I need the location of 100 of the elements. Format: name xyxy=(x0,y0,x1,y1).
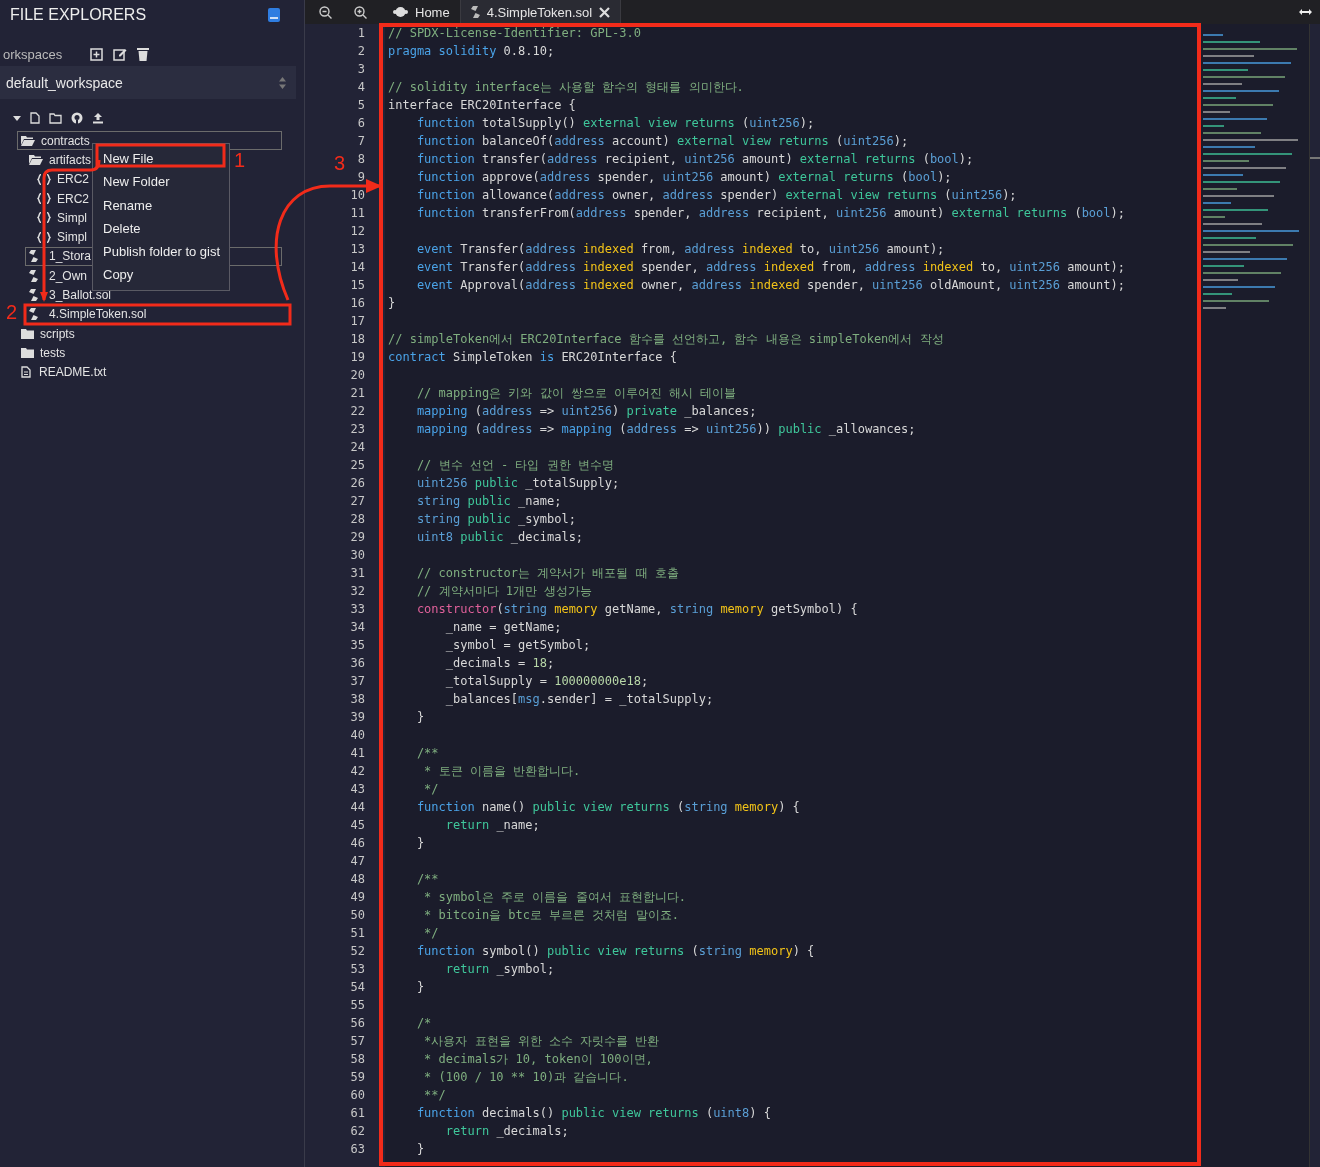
line-number: 24 xyxy=(349,439,366,456)
code-line: _symbol = getSymbol; xyxy=(444,638,591,652)
line-number: 62 xyxy=(349,1123,366,1140)
line-number: 63 xyxy=(349,1141,366,1158)
code-line: /** xyxy=(415,872,439,886)
line-number: 52 xyxy=(349,943,366,960)
line-number: 53 xyxy=(349,961,366,978)
code-line: * bitcoin을 btc로 부르른 것처럼 말이죠. xyxy=(423,908,679,922)
code-line: _name = getName; xyxy=(444,620,562,634)
line-number: 27 xyxy=(349,493,366,510)
code-line: /** xyxy=(415,746,439,760)
line-number: 51 xyxy=(349,925,366,942)
line-number: 21 xyxy=(349,385,366,402)
code-line: /* xyxy=(415,1016,432,1030)
code-line: * symbol은 주로 이름을 줄여서 표현합니다. xyxy=(423,890,687,904)
line-number: 44 xyxy=(349,799,366,816)
line-number: 26 xyxy=(349,475,366,492)
line-number: 33 xyxy=(349,601,366,618)
code-line: event Approval(address indexed owner, address indexed spender, uint256 oldAmount, uint256 amount); xyxy=(415,278,1125,292)
code-line: } xyxy=(388,296,396,310)
line-number: 49 xyxy=(349,889,366,906)
line-number: 11 xyxy=(349,205,366,222)
code-line: } xyxy=(415,1142,425,1156)
code-line: // 계약서마다 1개만 생성가능 xyxy=(415,584,593,598)
line-number: 58 xyxy=(349,1051,366,1068)
code-line: // solidity interface는 사용할 함수의 형태를 의미한다. xyxy=(388,80,744,94)
code-line: */ xyxy=(423,782,439,796)
line-number: 41 xyxy=(349,745,366,762)
code-line: * 토큰 이름을 반환합니다. xyxy=(423,764,581,778)
code-line: } xyxy=(415,710,425,724)
line-number: 46 xyxy=(349,835,366,852)
code-line: event Transfer(address indexed spender, address indexed from, address indexed to, uint256 amount); xyxy=(415,260,1125,274)
line-number: 13 xyxy=(349,241,366,258)
line-number: 10 xyxy=(349,187,366,204)
line-number: 35 xyxy=(349,637,366,654)
line-number: 50 xyxy=(349,907,366,924)
panel-title: FILE EXPLORERS xyxy=(10,6,147,24)
line-number: 48 xyxy=(349,871,366,888)
line-number: 5 xyxy=(356,97,366,114)
line-number: 59 xyxy=(349,1069,366,1086)
line-number: 20 xyxy=(349,367,366,384)
line-number: 36 xyxy=(349,655,366,672)
line-number: 47 xyxy=(349,853,366,870)
code-line: constructor(string memory getName, string memory getSymbol) { xyxy=(415,602,858,616)
code-line: // SPDX-License-Identifier: GPL-3.0 xyxy=(388,26,641,40)
code-line: _decimals = 18; xyxy=(444,656,555,670)
line-number: 54 xyxy=(349,979,366,996)
line-number: 22 xyxy=(349,403,366,420)
code-line: event Transfer(address indexed from, address indexed to, uint256 amount); xyxy=(415,242,945,256)
line-number: 1 xyxy=(356,25,366,42)
code-line: } xyxy=(415,836,425,850)
code-line: string public _name; xyxy=(415,494,562,508)
line-number: 19 xyxy=(349,349,366,366)
code-line: // constructor는 계약서가 배포될 때 호출 xyxy=(415,566,679,580)
code-line: function transfer(address recipient, uint256 amount) external returns (bool); xyxy=(415,152,974,166)
code-line: function name() public view returns (string memory) { xyxy=(415,800,800,814)
code-line: } xyxy=(415,980,425,994)
line-number: 39 xyxy=(349,709,366,726)
step-number: 3 xyxy=(334,152,346,175)
code-line: // simpleToken에서 ERC20Interface 함수를 선언하고, 함수 내용은 simpleToken에서 작성 xyxy=(388,332,944,346)
code-line: function decimals() public view returns (uint8) { xyxy=(415,1106,771,1120)
line-number: 12 xyxy=(349,223,366,240)
line-number: 28 xyxy=(349,511,366,528)
code-line: _balances[msg.sender] = _totalSupply; xyxy=(444,692,714,706)
line-number: 4 xyxy=(356,79,366,96)
line-number: 8 xyxy=(356,151,366,168)
line-number: 17 xyxy=(349,313,366,330)
line-number: 30 xyxy=(349,547,366,564)
code-line: * (100 / 10 ** 10)과 같습니다. xyxy=(423,1070,629,1084)
line-number: 14 xyxy=(349,259,366,276)
line-number: 61 xyxy=(349,1105,366,1122)
step-number: 2 xyxy=(6,301,18,324)
line-number: 40 xyxy=(349,727,366,744)
line-number: 31 xyxy=(349,565,366,582)
line-number: 16 xyxy=(349,295,366,312)
line-number: 38 xyxy=(349,691,366,708)
code-line: function totalSupply() external view returns (uint256); xyxy=(415,116,815,130)
line-number: 7 xyxy=(356,133,366,150)
code-line: mapping (address => mapping (address => uint256)) public _allowances; xyxy=(415,422,916,436)
code-line: return _decimals; xyxy=(444,1124,569,1138)
code-line: // mapping은 키와 값이 쌍으로 이루어진 해시 테이블 xyxy=(415,386,737,400)
line-number: 37 xyxy=(349,673,366,690)
line-number: 57 xyxy=(349,1033,366,1050)
line-number: 23 xyxy=(349,421,366,438)
line-number: 34 xyxy=(349,619,366,636)
code-line: function transferFrom(address spender, address recipient, uint256 amount) external returns (bool); xyxy=(415,206,1125,220)
code-line: mapping (address => uint256) private _balances; xyxy=(415,404,757,418)
code-line: uint256 public _totalSupply; xyxy=(415,476,620,490)
line-number: 2 xyxy=(356,43,366,60)
line-number: 42 xyxy=(349,763,366,780)
code-line: return _symbol; xyxy=(444,962,555,976)
code-line: string public _symbol; xyxy=(415,512,576,526)
code-line: // 변수 선언 - 타입 권한 변수명 xyxy=(415,458,614,472)
line-number: 56 xyxy=(349,1015,366,1032)
code-line: interface ERC20Interface { xyxy=(388,98,576,112)
line-number: 18 xyxy=(349,331,366,348)
line-number: 60 xyxy=(349,1087,366,1104)
code-line: function approve(address spender, uint256 amount) external returns (bool); xyxy=(415,170,952,184)
code-line: function allowance(address owner, address spender) external view returns (uint256); xyxy=(415,188,1017,202)
code-line: return _name; xyxy=(444,818,540,832)
